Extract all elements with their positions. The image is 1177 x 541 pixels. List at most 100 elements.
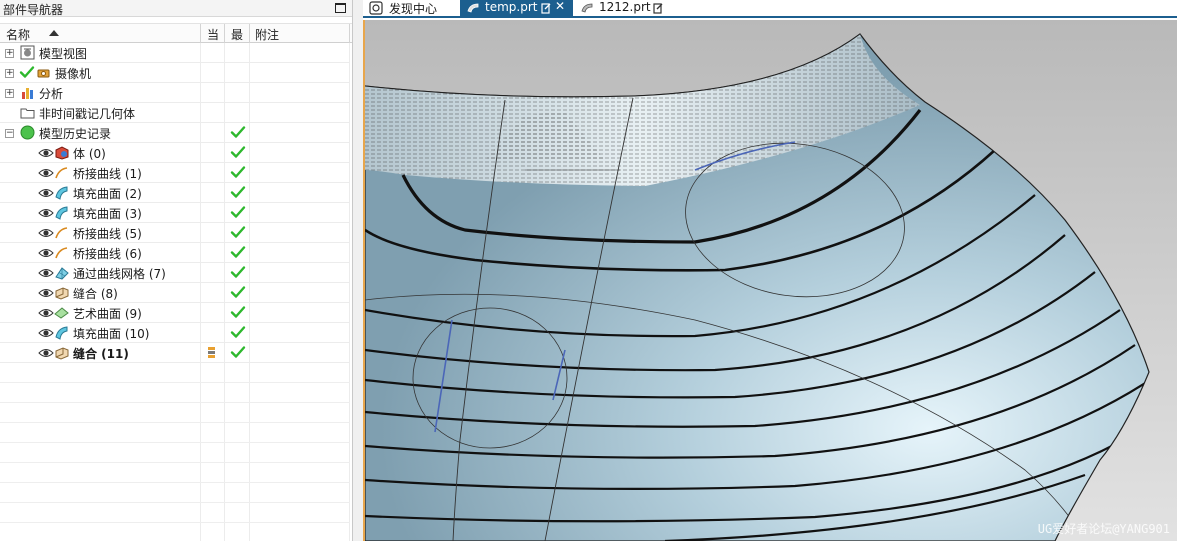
tree-item-label: 填充曲面 (3) [73, 207, 142, 221]
tree-item-label: 模型历史记录 [39, 127, 112, 141]
tree-row[interactable]: 非时间戳记几何体 [0, 103, 350, 123]
latest-check-icon [230, 324, 246, 340]
empty-row [0, 523, 350, 541]
expand-icon[interactable]: + [5, 49, 14, 58]
latest-check-icon [230, 344, 246, 360]
tree-item-label: 体 (0) [73, 147, 106, 161]
eye-icon[interactable] [38, 346, 54, 360]
tree-item-label: 填充曲面 (2) [73, 187, 142, 201]
sew-icon [55, 347, 69, 360]
fill-surface-icon [55, 326, 68, 340]
expand-icon[interactable]: + [5, 89, 14, 98]
column-notes[interactable]: 附注 [255, 26, 279, 43]
tree-row[interactable]: 桥接曲线 (6) [0, 243, 350, 263]
column-current[interactable]: 当 [207, 26, 219, 43]
fill-surface-icon [55, 206, 68, 220]
empty-row [0, 443, 350, 463]
latest-check-icon [230, 204, 246, 220]
expand-icon[interactable]: + [5, 69, 14, 78]
column-latest[interactable]: 最 [231, 26, 243, 43]
tree-row[interactable]: 通过曲线网格 (7) [0, 263, 350, 283]
tree-item-label: 艺术曲面 (9) [73, 307, 142, 321]
eye-icon[interactable] [38, 326, 54, 340]
close-tab-icon[interactable]: ✕ [555, 0, 565, 13]
column-name[interactable]: 名称 [6, 26, 30, 43]
tree-item-label: 摄像机 [55, 67, 92, 81]
panel-splitter[interactable] [353, 0, 363, 541]
tab-label: 发现中心 [389, 2, 438, 16]
bridge-curve-icon [55, 247, 68, 259]
discovery-icon [369, 1, 383, 15]
model-view-icon [20, 45, 35, 60]
tab-label: temp.prt [485, 0, 538, 14]
camera-icon [37, 69, 50, 78]
tree-row[interactable]: 缝合 (8) [0, 283, 350, 303]
eye-icon[interactable] [38, 226, 54, 240]
curve-mesh-icon [55, 267, 69, 280]
surface-model [365, 20, 1177, 541]
collapse-icon[interactable]: − [5, 129, 14, 138]
eye-icon[interactable] [38, 286, 54, 300]
folder-icon [20, 108, 35, 119]
graphics-viewport[interactable]: UG爱好者论坛@YANG901 [363, 20, 1177, 541]
part-icon [581, 3, 593, 13]
sort-ascending-icon [49, 30, 59, 36]
maximize-icon[interactable] [335, 3, 346, 13]
tree-row[interactable]: 艺术曲面 (9) [0, 303, 350, 323]
bridge-curve-icon [55, 167, 68, 179]
latest-check-icon [230, 304, 246, 320]
visible-check-icon[interactable] [19, 64, 35, 80]
modified-icon [653, 3, 663, 14]
tree-row[interactable]: + 摄像机 [0, 63, 350, 83]
navigator-column-header: 名称 当 最 附注 [0, 23, 352, 43]
part-icon [467, 3, 479, 13]
tree-item-label: 缝合 (11) [73, 347, 129, 361]
studio-surface-icon [54, 307, 69, 319]
tree-row[interactable]: 缝合 (11) [0, 343, 350, 363]
empty-row [0, 423, 350, 443]
eye-icon[interactable] [38, 266, 54, 280]
tab-temp-prt[interactable]: temp.prt ✕ [460, 0, 573, 16]
tree-item-label: 桥接曲线 (5) [73, 227, 142, 241]
tab-1212-prt[interactable]: 1212.prt [577, 0, 667, 16]
navigator-title: 部件导航器 [3, 3, 64, 17]
tree-item-label: 非时间戳记几何体 [39, 107, 136, 121]
tree-row[interactable]: 桥接曲线 (1) [0, 163, 350, 183]
empty-row [0, 463, 350, 483]
empty-row [0, 363, 350, 383]
tree-item-label: 模型视图 [39, 47, 88, 61]
document-tab-bar: 发现中心 temp.prt ✕ 1212.prt [363, 0, 1177, 18]
watermark: UG爱好者论坛@YANG901 [1037, 522, 1170, 536]
tree-row[interactable]: + 分析 [0, 83, 350, 103]
tree-row[interactable]: 桥接曲线 (5) [0, 223, 350, 243]
tab-discovery-center[interactable]: 发现中心 [367, 0, 457, 16]
latest-check-icon [230, 284, 246, 300]
current-feature-marker-icon [208, 347, 215, 359]
tree-row[interactable]: 填充曲面 (10) [0, 323, 350, 343]
eye-icon[interactable] [38, 306, 54, 320]
tree-item-label: 缝合 (8) [73, 287, 118, 301]
tree-item-label: 桥接曲线 (6) [73, 247, 142, 261]
bridge-curve-icon [55, 227, 68, 239]
eye-icon[interactable] [38, 206, 54, 220]
eye-icon[interactable] [38, 166, 54, 180]
latest-check-icon [230, 144, 246, 160]
tree-row[interactable]: 填充曲面 (3) [0, 203, 350, 223]
tree-item-label: 填充曲面 (10) [73, 327, 150, 341]
tree-row[interactable]: + 模型视图 [0, 43, 350, 63]
tree-row[interactable]: 填充曲面 (2) [0, 183, 350, 203]
tree-row[interactable]: − 模型历史记录 [0, 123, 350, 143]
history-icon [20, 125, 35, 140]
eye-icon[interactable] [38, 186, 54, 200]
tree-item-label: 桥接曲线 (1) [73, 167, 142, 181]
latest-check-icon [230, 224, 246, 240]
eye-icon[interactable] [38, 246, 54, 260]
eye-icon[interactable] [38, 146, 54, 160]
empty-row [0, 403, 350, 423]
latest-check-icon [230, 164, 246, 180]
navigator-title-bar: 部件导航器 [0, 0, 352, 17]
body-icon [55, 146, 69, 160]
latest-check-icon [230, 184, 246, 200]
tree-row[interactable]: 体 (0) [0, 143, 350, 163]
tab-label: 1212.prt [599, 0, 651, 14]
